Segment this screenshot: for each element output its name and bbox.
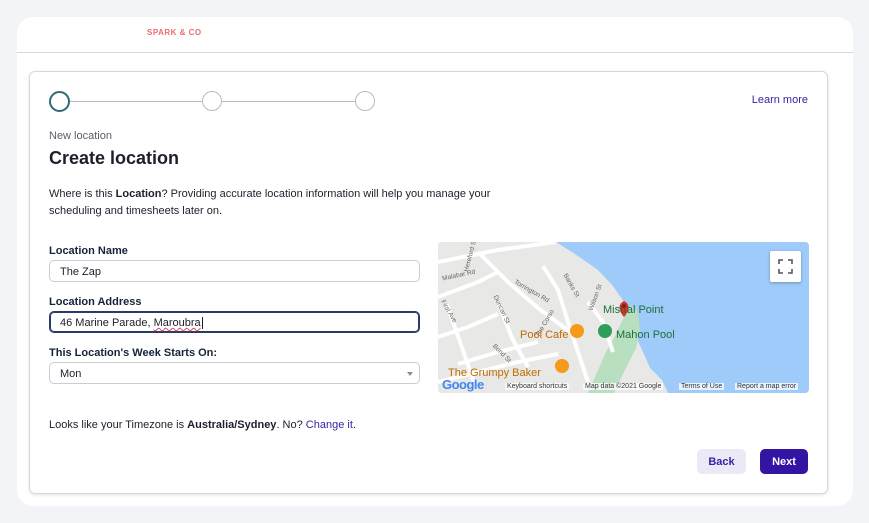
fullscreen-icon xyxy=(778,259,793,274)
page-title: Create location xyxy=(49,148,180,168)
location-name-input[interactable]: The Zap xyxy=(49,260,420,282)
step-connector xyxy=(222,101,356,102)
location-address-input[interactable]: 46 Marine Parade, Maroubra xyxy=(49,311,420,333)
step-1 xyxy=(49,91,70,112)
back-button[interactable]: Back xyxy=(697,449,746,474)
place-mahon-pool[interactable]: Mahon Pool xyxy=(616,329,675,341)
week-start-label: This Location's Week Starts On: xyxy=(49,347,218,359)
create-location-card: Learn more New location Create location … xyxy=(29,71,828,494)
cafe-marker xyxy=(570,324,584,338)
terms-of-use-link[interactable]: Terms of Use xyxy=(679,383,725,390)
stepper xyxy=(49,91,379,113)
map-attribution: Google Keyboard shortcuts Map data ©2021… xyxy=(438,377,809,393)
page-subtitle: New location xyxy=(49,130,112,142)
step-connector xyxy=(70,101,203,102)
week-start-select[interactable]: Mon xyxy=(49,362,420,384)
report-map-error-link[interactable]: Report a map error xyxy=(735,383,799,390)
step-2 xyxy=(202,91,222,111)
location-name-label: Location Name xyxy=(49,245,128,257)
next-button[interactable]: Next xyxy=(760,449,808,474)
place-pool-cafe[interactable]: Pool Cafe xyxy=(520,329,568,341)
learn-more-link[interactable]: Learn more xyxy=(752,94,808,106)
location-address-label: Location Address xyxy=(49,296,142,308)
app-window: SPARK & CO Learn more New location Creat… xyxy=(0,0,869,523)
keyboard-shortcuts-link[interactable]: Keyboard shortcuts xyxy=(505,383,570,390)
park-marker xyxy=(598,324,612,338)
brand-logo[interactable]: SPARK & CO xyxy=(147,28,202,37)
step-3 xyxy=(355,91,375,111)
app-container: SPARK & CO Learn more New location Creat… xyxy=(17,17,853,506)
bakery-marker xyxy=(555,359,569,373)
change-timezone-link[interactable]: Change it xyxy=(306,419,353,431)
location-map[interactable]: Malabar Rd Torrington Rd Banks St Wilson… xyxy=(438,242,809,393)
google-logo[interactable]: Google xyxy=(442,377,484,392)
fullscreen-button[interactable] xyxy=(770,251,801,282)
place-mistral-point[interactable]: Mistral Point xyxy=(603,304,664,316)
top-bar: SPARK & CO xyxy=(17,17,853,53)
chevron-down-icon xyxy=(407,372,413,376)
page-description: Where is this Location? Providing accura… xyxy=(49,188,491,217)
timezone-notice: Looks like your Timezone is Australia/Sy… xyxy=(49,419,356,431)
map-data-label: Map data ©2021 Google xyxy=(583,383,664,390)
